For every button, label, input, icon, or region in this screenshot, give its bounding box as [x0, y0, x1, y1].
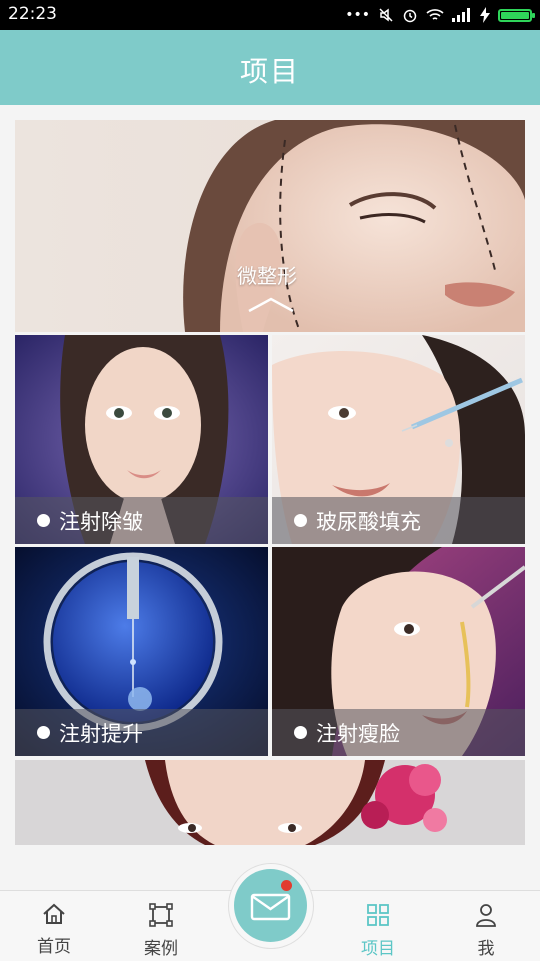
- tile-hyaluronic-filler[interactable]: 玻尿酸填充: [272, 335, 525, 544]
- app-header: 项目: [0, 30, 540, 105]
- status-time: 22:23: [8, 4, 57, 24]
- tile-label: 玻尿酸填充: [316, 509, 421, 534]
- tile-label: 注射瘦脸: [316, 721, 400, 746]
- project-list: 微整形 注射除皱 玻尿酸填充 注射提升 注射瘦脸: [0, 105, 540, 890]
- banner-next-item[interactable]: [15, 760, 525, 845]
- message-button[interactable]: [234, 869, 307, 942]
- tile-label: 注射除皱: [59, 509, 143, 534]
- tile-face-slimming[interactable]: 注射瘦脸: [272, 547, 525, 756]
- charging-icon: [480, 7, 490, 23]
- nav-home[interactable]: 首页: [14, 903, 94, 957]
- tile-caption: 注射瘦脸: [272, 709, 525, 756]
- more-dots-icon: •••: [345, 7, 370, 23]
- chevron-up-icon: [248, 297, 294, 313]
- tile-wrinkle-injection[interactable]: 注射除皱: [15, 335, 268, 544]
- tile-caption: 玻尿酸填充: [272, 497, 525, 544]
- mute-icon: [379, 8, 393, 22]
- battery-icon: [498, 8, 535, 22]
- nav-home-label: 首页: [37, 937, 71, 957]
- user-icon: [476, 904, 496, 927]
- crop-frame-icon: [149, 903, 173, 927]
- nav-projects-label: 项目: [361, 939, 395, 959]
- nav-cases-label: 案例: [144, 939, 178, 959]
- tile-caption: 注射除皱: [15, 497, 268, 544]
- wifi-icon: [426, 9, 444, 20]
- notification-badge: [281, 880, 292, 891]
- nav-cases[interactable]: 案例: [121, 903, 201, 959]
- nav-me-label: 我: [477, 939, 495, 959]
- nav-me[interactable]: 我: [446, 903, 526, 959]
- strip-photo: [15, 760, 525, 845]
- signal-icon: [452, 8, 470, 22]
- page-title: 项目: [239, 55, 300, 88]
- banner-micro-plastic[interactable]: 微整形: [15, 120, 525, 332]
- home-icon: [43, 903, 65, 924]
- grid-icon: [367, 904, 389, 926]
- bullet-icon: [37, 514, 50, 527]
- nav-projects[interactable]: 项目: [338, 903, 418, 959]
- bullet-icon: [294, 726, 307, 739]
- tile-lift-injection[interactable]: 注射提升: [15, 547, 268, 756]
- bullet-icon: [294, 514, 307, 527]
- alarm-icon: [403, 9, 417, 23]
- status-icons: •••: [345, 4, 535, 26]
- bullet-icon: [37, 726, 50, 739]
- tile-label: 注射提升: [59, 721, 143, 746]
- status-bar: 22:23 •••: [0, 0, 540, 30]
- banner-label: 微整形: [237, 264, 297, 288]
- tile-caption: 注射提升: [15, 709, 268, 756]
- mail-icon: [250, 893, 291, 921]
